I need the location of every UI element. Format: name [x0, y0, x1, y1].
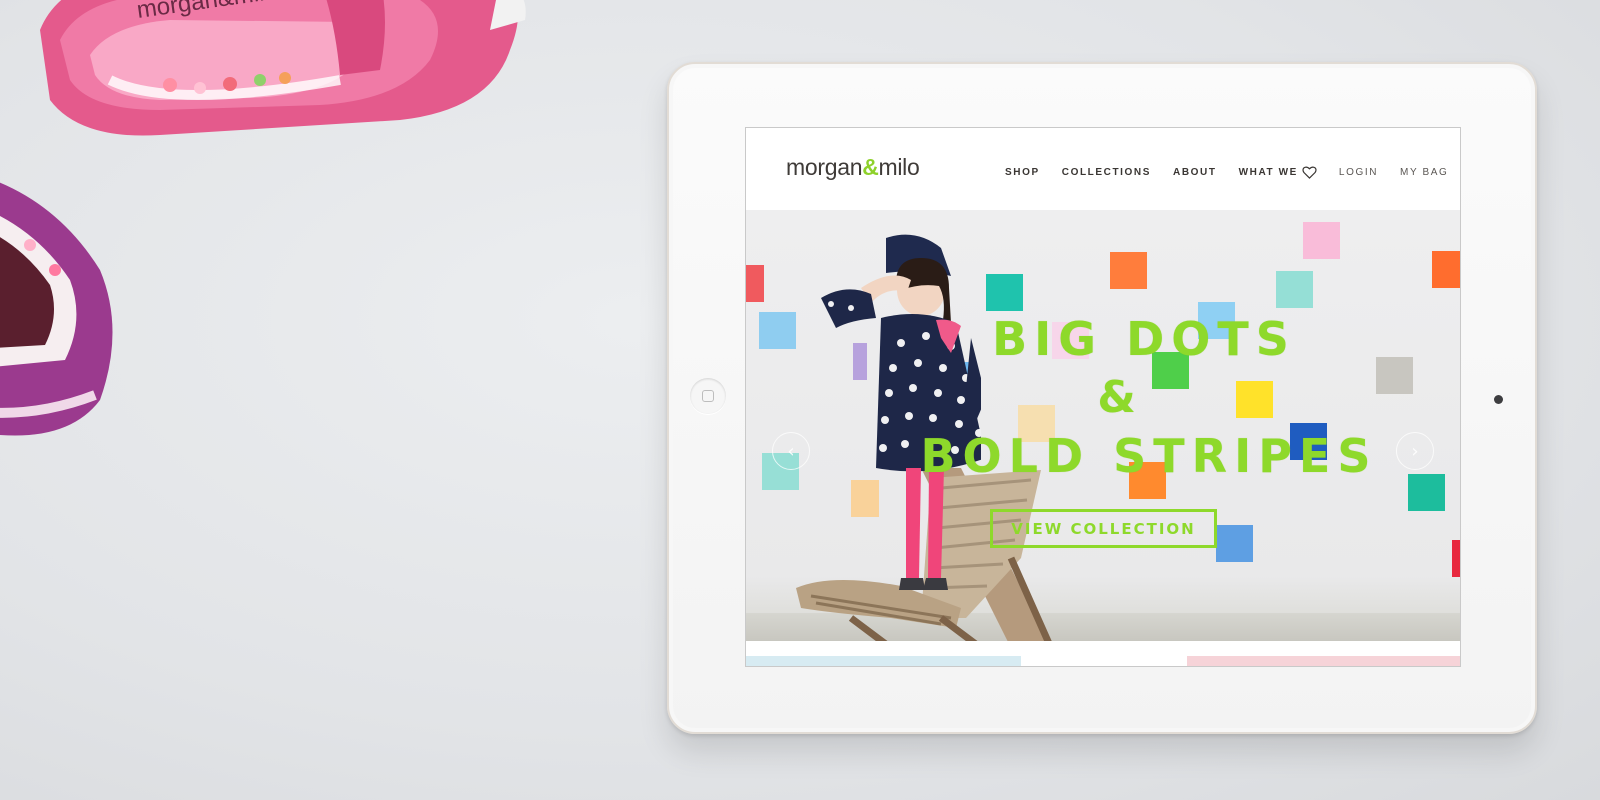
pink-shoe-image: morgan&milo — [40, 0, 526, 136]
nav-login[interactable]: LOGIN — [1339, 167, 1378, 178]
nav-what-we-label: WHAT WE — [1238, 167, 1298, 178]
logo-ampersand: & — [862, 154, 879, 180]
sticky-note — [1432, 251, 1460, 288]
sticky-note — [986, 274, 1023, 311]
nav-login-label: LOGIN — [1338, 167, 1379, 178]
home-button[interactable] — [690, 378, 726, 414]
chevron-left-icon[interactable]: ‹ — [772, 432, 810, 470]
nav-about-label: ABOUT — [1173, 167, 1217, 178]
purple-shoe-image — [0, 182, 113, 436]
sticky-note — [746, 265, 764, 302]
nav-shop-label: SHOP — [1005, 167, 1040, 178]
nav-shop[interactable]: SHOP — [1005, 167, 1040, 178]
sticky-note — [1452, 540, 1460, 577]
promo-tile-pink[interactable] — [1187, 656, 1460, 666]
sticky-note — [1216, 525, 1253, 562]
nav-collections-label: COLLECTIONS — [1061, 167, 1152, 178]
site-header: morgan&milo SHOP COLLECTIONS ABOUT WHAT … — [746, 128, 1460, 210]
chevron-right-icon[interactable]: › — [1396, 432, 1434, 470]
hero-headline-ampersand: & — [1097, 372, 1136, 423]
promo-tile-blue[interactable] — [746, 656, 1021, 666]
nav-about[interactable]: ABOUT — [1173, 167, 1217, 178]
heart-icon — [1302, 166, 1317, 179]
logo-text-left: morgan — [786, 154, 863, 180]
nav-collections[interactable]: COLLECTIONS — [1062, 167, 1151, 178]
camera-lens — [1494, 395, 1503, 404]
main-nav: SHOP COLLECTIONS ABOUT WHAT WE LOGIN MY … — [1005, 166, 1460, 179]
nav-what-we-love[interactable]: WHAT WE — [1239, 166, 1317, 179]
logo-text-right: milo — [878, 154, 920, 180]
view-collection-button[interactable]: VIEW COLLECTION — [990, 509, 1217, 548]
site-logo[interactable]: morgan&milo — [786, 154, 920, 181]
nav-my-bag[interactable]: MY BAG — [1400, 167, 1448, 178]
hero-banner: BIG DOTS & BOLD STRIPES VIEW COLLECTION … — [746, 210, 1460, 641]
hero-headline-line1: BIG DOTS — [992, 312, 1296, 366]
sticky-note — [1276, 271, 1313, 308]
sticky-note — [1303, 222, 1340, 259]
tablet-screen: morgan&milo SHOP COLLECTIONS ABOUT WHAT … — [745, 127, 1461, 667]
home-square-icon — [702, 390, 714, 402]
sticky-note — [1110, 252, 1147, 289]
nav-my-bag-label: MY BAG — [1400, 167, 1449, 178]
hero-headline-line3: BOLD STRIPES — [920, 429, 1378, 483]
promo-tile-green[interactable] — [1031, 666, 1176, 667]
